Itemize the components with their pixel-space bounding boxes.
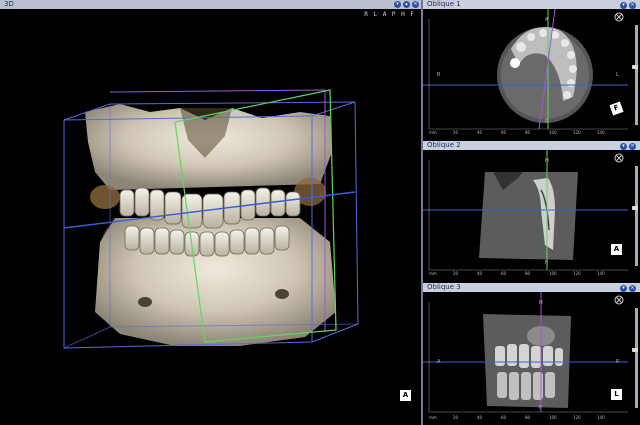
- ruler-tick-label: mm: [429, 271, 437, 276]
- close-icon[interactable]: ×: [629, 285, 636, 292]
- direction-label-bottom: F: [539, 405, 542, 411]
- ruler-tick-label: 140: [597, 415, 605, 420]
- oblique-2-slice-slider[interactable]: [632, 166, 638, 266]
- ruler-tick-label: 80: [525, 271, 531, 276]
- ruler-tick-label: 20: [453, 130, 459, 135]
- oblique-3-titlebar: Oblique 3 ▾ ×: [423, 283, 640, 292]
- 3d-view-title: 3D: [4, 0, 14, 8]
- close-icon[interactable]: ×: [412, 1, 419, 8]
- oblique-2-titlebar: Oblique 2 ▾ ×: [423, 141, 640, 150]
- minimize-icon[interactable]: ▾: [620, 2, 627, 9]
- oblique-1-image[interactable]: [423, 9, 640, 140]
- 3d-view-panel[interactable]: 3D ▾ ▴ × R L A P H F A: [0, 0, 421, 425]
- oblique-2-orientation-badge[interactable]: A: [611, 244, 622, 255]
- oblique-2-title: Oblique 2: [427, 141, 461, 149]
- direction-label-bottom: P: [545, 119, 549, 125]
- oblique-1-title: Oblique 1: [427, 0, 461, 8]
- oblique-3-title: Oblique 3: [427, 283, 461, 291]
- ruler-tick-label: mm: [429, 130, 437, 135]
- direction-label-top: A: [545, 17, 549, 23]
- oblique-3-view[interactable]: Oblique 3 ▾ × H F A P L mm 20 40 60 80 100 120…: [423, 283, 640, 425]
- direction-label-left: R: [437, 72, 441, 78]
- ruler-tick-label: 80: [525, 415, 531, 420]
- direction-label-top: H: [539, 300, 543, 306]
- maximize-icon[interactable]: ▴: [403, 1, 410, 8]
- ruler-tick-label: 40: [477, 271, 483, 276]
- minimize-icon[interactable]: ▾: [620, 143, 627, 150]
- oblique-3-image[interactable]: [423, 292, 640, 425]
- ruler-tick-label: 120: [573, 415, 581, 420]
- 3d-view-orientation-badge[interactable]: A: [400, 390, 411, 401]
- ruler-tick-label: 100: [549, 415, 557, 420]
- ruler-tick-label: 120: [573, 271, 581, 276]
- oblique-1-titlebar: Oblique 1 ▾ ×: [423, 0, 640, 9]
- ruler-tick-label: 20: [453, 415, 459, 420]
- slider-knob[interactable]: [632, 348, 638, 352]
- minimize-icon[interactable]: ▾: [620, 285, 627, 292]
- close-icon[interactable]: ×: [629, 143, 636, 150]
- oblique-3-slice-slider[interactable]: [632, 308, 638, 408]
- ruler-tick-label: 60: [501, 130, 507, 135]
- oblique-2-view[interactable]: Oblique 2 ▾ × H F A mm 20 40 60 80 100 120 140: [423, 141, 640, 281]
- slider-knob[interactable]: [632, 65, 638, 69]
- ruler-tick-label: 120: [573, 130, 581, 135]
- oblique-1-view[interactable]: Oblique 1 ▾ × A P R L F mm 20 40 60 80 100 120…: [423, 0, 640, 140]
- ruler-tick-label: 60: [501, 271, 507, 276]
- direction-label-right: P: [616, 359, 620, 365]
- 3d-volume-render[interactable]: [0, 12, 421, 425]
- minimize-icon[interactable]: ▾: [394, 1, 401, 8]
- ruler-tick-label: 80: [525, 130, 531, 135]
- ruler-tick-label: 40: [477, 130, 483, 135]
- ruler-tick-label: 100: [549, 130, 557, 135]
- ruler-tick-label: 20: [453, 271, 459, 276]
- direction-label-left: A: [437, 359, 441, 365]
- direction-label-bottom: F: [545, 260, 548, 266]
- direction-label-right: L: [616, 72, 619, 78]
- ruler-tick-label: 100: [549, 271, 557, 276]
- 3d-view-titlebar: 3D ▾ ▴ ×: [0, 0, 421, 9]
- oblique-3-orientation-badge[interactable]: L: [611, 389, 622, 400]
- oblique-1-slice-slider[interactable]: [632, 25, 638, 125]
- slider-knob[interactable]: [632, 206, 638, 210]
- oblique-2-image[interactable]: [423, 150, 640, 281]
- ruler-tick-label: 140: [597, 130, 605, 135]
- ruler-tick-label: 60: [501, 415, 507, 420]
- close-icon[interactable]: ×: [629, 2, 636, 9]
- ruler-tick-label: mm: [429, 415, 437, 420]
- ruler-tick-label: 40: [477, 415, 483, 420]
- ruler-tick-label: 140: [597, 271, 605, 276]
- direction-label-top: H: [545, 158, 549, 164]
